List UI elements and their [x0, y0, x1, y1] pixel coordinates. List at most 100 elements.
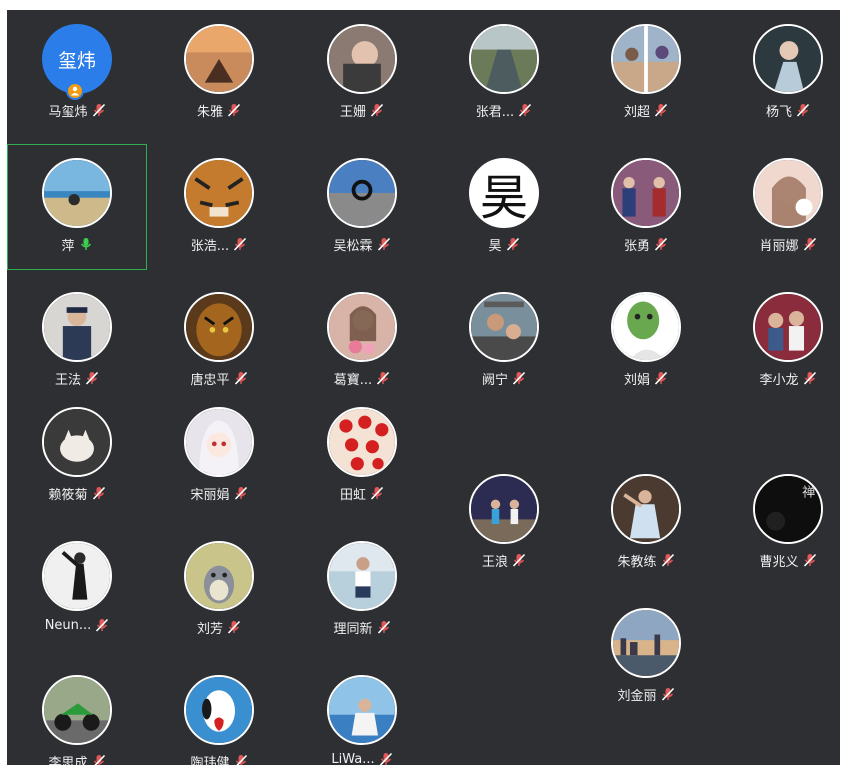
participant-name-row: 昊 — [434, 235, 574, 254]
participant-tile[interactable]: 刘娟 — [576, 278, 716, 404]
mic-muted-icon — [92, 754, 106, 765]
participant-name: 赖筱菊 — [48, 488, 88, 503]
participant-tile[interactable]: 朱教练 — [576, 460, 716, 586]
participant-tile[interactable]: 宋丽娟 — [149, 393, 289, 519]
mic-muted-icon — [233, 237, 247, 252]
participant-name-row: 田虹 — [292, 484, 432, 503]
participant-name-row: 朱雅 — [149, 101, 289, 120]
frog-mask-photo — [611, 292, 681, 362]
mic-muted-icon — [803, 553, 817, 568]
participant-name: 肖丽娜 — [759, 239, 799, 254]
participant-tile[interactable]: 刘金丽 — [576, 594, 716, 720]
participant-tile[interactable]: 刘超 — [576, 10, 716, 136]
mic-muted-icon — [92, 103, 106, 118]
lake-man-photo — [327, 541, 397, 611]
participant-tile[interactable]: 王法 — [7, 278, 147, 404]
participant-tile[interactable]: 田虹 — [292, 393, 432, 519]
participant-name-row: 理同新 — [292, 618, 432, 637]
sunset-heart-photo — [184, 24, 254, 94]
participant-name: 朱雅 — [196, 105, 223, 120]
mic-muted-icon — [661, 553, 675, 568]
participant-tile[interactable]: 禅曹兆义 — [718, 460, 840, 586]
mic-muted-icon — [506, 237, 520, 252]
mic-muted-icon — [803, 371, 817, 386]
mic-muted-icon — [654, 371, 668, 386]
participant-name: 王姗 — [339, 105, 366, 120]
mic-muted-icon — [370, 486, 384, 501]
participant-tile[interactable]: 葛寶... — [292, 278, 432, 404]
participant-tile[interactable]: 杨飞 — [718, 10, 840, 136]
participant-tile[interactable]: 肖丽娜 — [718, 144, 840, 270]
mic-muted-icon — [227, 103, 241, 118]
participant-tile[interactable]: 陶玮健 — [149, 661, 289, 765]
participant-name-row: 赖筱菊 — [7, 484, 147, 503]
participant-name-row: 马玺炜 — [7, 101, 147, 120]
participant-tile[interactable]: 张浩... — [149, 144, 289, 270]
anime-girl-photo — [184, 407, 254, 477]
participant-name: Neun... — [44, 618, 92, 633]
mic-muted-icon — [654, 103, 668, 118]
participant-name-row: 肖丽娜 — [718, 235, 840, 254]
participant-name-row: 杨飞 — [718, 101, 840, 120]
participant-tile[interactable]: 刘芳 — [149, 527, 289, 653]
mic-muted-icon — [379, 752, 393, 765]
participant-name: 理同新 — [333, 622, 373, 637]
participant-tile[interactable]: 李小龙 — [718, 278, 840, 404]
participant-name: 马玺炜 — [48, 105, 88, 120]
participant-tile[interactable]: 昊昊 — [434, 144, 574, 270]
participant-tile[interactable]: 唐忠平 — [149, 278, 289, 404]
motorbike-photo — [42, 675, 112, 745]
svg-text:禅: 禅 — [802, 485, 815, 501]
mic-muted-icon — [376, 371, 390, 386]
participant-name-row: 葛寶... — [292, 369, 432, 388]
participant-name-row: 朱教练 — [576, 551, 716, 570]
participant-tile[interactable]: 王浪 — [434, 460, 574, 586]
participant-tile[interactable]: 理同新 — [292, 527, 432, 653]
participant-name: 李思成 — [48, 756, 88, 765]
participant-tile[interactable]: 王姗 — [292, 10, 432, 136]
participant-name: 李小龙 — [759, 373, 799, 388]
participant-tile[interactable]: 玺炜 马玺炜 — [7, 10, 147, 136]
participant-name-row: 李小龙 — [718, 369, 840, 388]
mic-muted-icon — [661, 687, 675, 702]
participant-name: 昊 — [488, 239, 502, 254]
participant-name: 王法 — [54, 373, 81, 388]
participant-name: 刘芳 — [196, 622, 223, 637]
participant-tile[interactable]: 阙宁 — [434, 278, 574, 404]
mic-muted-icon — [227, 620, 241, 635]
mic-muted-icon — [654, 237, 668, 252]
participant-name-row: 刘超 — [576, 101, 716, 120]
participant-name-row: 萍 — [7, 235, 147, 254]
lanterns-photo — [327, 407, 397, 477]
skyline-photo — [611, 608, 681, 678]
participant-tile[interactable]: 张勇 — [576, 144, 716, 270]
participant-tile[interactable]: 朱雅 — [149, 10, 289, 136]
participant-tile[interactable]: 萍 — [7, 144, 147, 270]
participant-tile[interactable]: 张君... — [434, 10, 574, 136]
participant-tile[interactable]: 李思成 — [7, 661, 147, 765]
mic-muted-icon — [512, 371, 526, 386]
participant-name: 萍 — [61, 239, 75, 254]
participant-tile[interactable]: 吴松霖 — [292, 144, 432, 270]
mic-muted-icon — [803, 237, 817, 252]
dancer-photo — [611, 474, 681, 544]
participant-name: 杨飞 — [765, 105, 792, 120]
participant-tile[interactable]: LiWa... — [292, 661, 432, 765]
participant-name-row: 陶玮健 — [149, 752, 289, 765]
tiger-photo — [184, 158, 254, 228]
participant-name-row: 唐忠平 — [149, 369, 289, 388]
participant-tile[interactable]: 赖筱菊 — [7, 393, 147, 519]
boxing-photo — [611, 158, 681, 228]
participant-name: 陶玮健 — [190, 756, 230, 765]
participant-tile[interactable]: Neun... — [7, 527, 147, 653]
participant-name-row: LiWa... — [292, 752, 432, 765]
mic-muted-icon — [512, 553, 526, 568]
participant-name-row: 刘娟 — [576, 369, 716, 388]
participant-name-row: 张君... — [434, 101, 574, 120]
mic-muted-icon — [370, 103, 384, 118]
totoro-photo — [184, 541, 254, 611]
participant-name: 曹兆义 — [759, 555, 799, 570]
officer-photo — [42, 292, 112, 362]
participant-name-row: 曹兆义 — [718, 551, 840, 570]
selfie-photo — [753, 158, 823, 228]
